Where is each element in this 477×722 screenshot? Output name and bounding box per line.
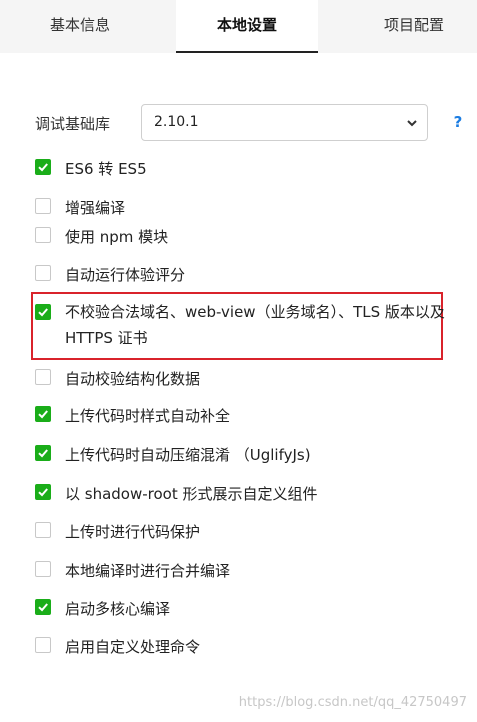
option-label: 上传代码时样式自动补全 (65, 407, 231, 425)
checkbox[interactable] (35, 369, 51, 385)
checkmark-icon (38, 410, 48, 419)
checkbox[interactable] (35, 406, 51, 422)
option-label: 启用自定义处理命令 (65, 638, 201, 656)
base-library-select[interactable]: 2.10.1 (141, 104, 428, 141)
checkmark-icon (38, 449, 48, 458)
chevron-down-icon (407, 120, 417, 127)
watermark-text: https://blog.csdn.net/qq_42750497 (238, 695, 467, 710)
option-label: ES6 转 ES5 (65, 160, 147, 178)
tab-local-settings-label: 本地设置 (216, 16, 277, 34)
option-label: 使用 npm 模块 (65, 228, 169, 246)
checkbox[interactable] (35, 637, 51, 653)
checkbox[interactable] (35, 484, 51, 500)
checkbox[interactable] (35, 445, 51, 461)
checkmark-icon (38, 488, 48, 497)
tab-basic-info[interactable]: 基本信息 (18, 0, 142, 53)
active-tab-indicator (176, 51, 318, 53)
checkbox[interactable] (35, 599, 51, 615)
option-label: 不校验合法域名、web-view（业务域名）、TLS 版本以及 HTTPS 证书 (65, 303, 445, 347)
checkbox[interactable] (35, 265, 51, 281)
option-label: 上传时进行代码保护 (65, 523, 201, 541)
checkbox[interactable] (35, 227, 51, 243)
base-library-label: 调试基础库 (35, 115, 111, 133)
option-label: 自动校验结构化数据 (65, 370, 201, 388)
option-label: 上传代码时自动压缩混淆 （UglifyJs) (65, 446, 311, 464)
checkbox[interactable] (35, 522, 51, 538)
option-label: 自动运行体验评分 (65, 266, 186, 284)
checkbox[interactable] (35, 198, 51, 214)
help-icon[interactable]: ? (448, 112, 468, 132)
checkbox[interactable] (35, 561, 51, 577)
checkmark-icon (38, 163, 48, 172)
tab-local-settings[interactable]: 本地设置 (176, 0, 318, 53)
checkbox[interactable] (35, 159, 51, 175)
option-label: 启动多核心编译 (65, 600, 171, 618)
option-label: 本地编译时进行合并编译 (65, 562, 231, 580)
option-label: 增强编译 (65, 199, 126, 217)
option-label: 以 shadow-root 形式展示自定义组件 (65, 485, 318, 503)
checkbox[interactable] (35, 304, 51, 320)
checkmark-icon (38, 603, 48, 612)
settings-tab-bar: 基本信息 本地设置 项目配置 (0, 0, 477, 53)
tab-project-config[interactable]: 项目配置 (364, 0, 464, 53)
base-library-value: 2.10.1 (154, 114, 199, 130)
checkmark-icon (38, 308, 48, 317)
